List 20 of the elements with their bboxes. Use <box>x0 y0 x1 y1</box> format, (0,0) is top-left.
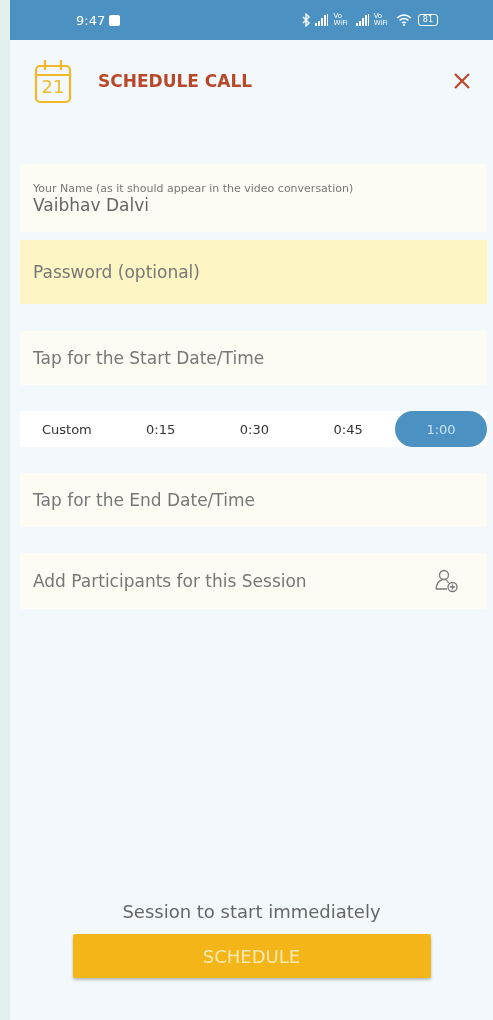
duration-option[interactable]: 1:00 <box>395 411 487 447</box>
duration-option[interactable]: 0:45 <box>301 411 395 447</box>
wifi-icon <box>395 14 412 26</box>
status-message: Session to start immediately <box>122 901 381 922</box>
notification-icon <box>109 14 121 26</box>
duration-option[interactable]: 0:30 <box>207 411 302 447</box>
clock-time: 9:47 <box>76 12 106 28</box>
input-field[interactable]: Password (optional) <box>20 240 487 304</box>
input-field[interactable]: Tap for the End Date/Time <box>20 473 487 527</box>
screen-title: SCHEDULE CALL <box>98 71 254 91</box>
close-icon[interactable] <box>453 72 471 90</box>
signal-icon <box>355 14 370 26</box>
bluetooth-icon <box>302 13 312 27</box>
duration-option[interactable]: Custom <box>20 411 114 447</box>
input-field[interactable]: Tap for the Start Date/Time <box>20 331 487 385</box>
battery-indicator: 81 <box>417 14 438 26</box>
add-person-icon[interactable] <box>435 569 459 593</box>
signal-icon <box>315 14 330 26</box>
name-field[interactable]: Your Name (as it should appear in the video conversation) Vaibhav Dalvi <box>20 164 487 232</box>
duration-option[interactable]: 0:15 <box>113 411 208 447</box>
